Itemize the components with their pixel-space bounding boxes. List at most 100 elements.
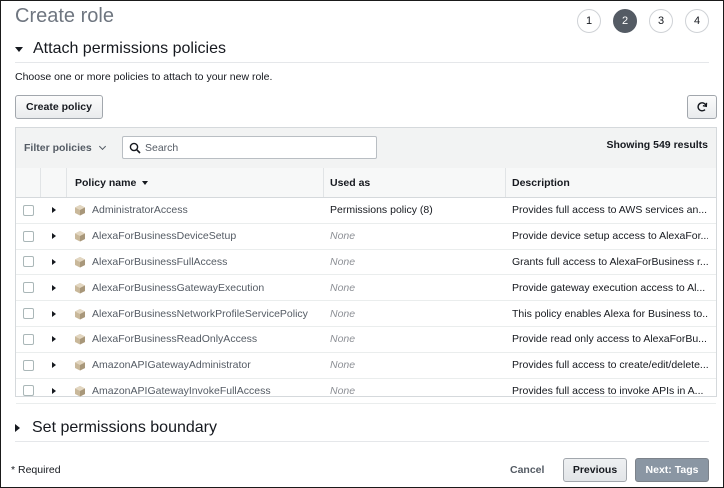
row-checkbox-cell bbox=[23, 224, 34, 249]
step-3[interactable]: 3 bbox=[649, 9, 673, 33]
policy-description: Provides full access to create/edit/dele… bbox=[512, 359, 708, 372]
create-policy-button[interactable]: Create policy bbox=[15, 95, 103, 119]
boundary-section-title: Set permissions boundary bbox=[32, 419, 217, 436]
step-4[interactable]: 4 bbox=[685, 9, 709, 33]
policy-name-link[interactable]: AmazonAPIGatewayAdministrator bbox=[92, 359, 251, 371]
results-count: Showing 549 results bbox=[606, 139, 708, 151]
row-checkbox-cell bbox=[23, 198, 34, 223]
policy-description: Provide read only access to AlexaForBu..… bbox=[512, 333, 707, 346]
row-checkbox[interactable] bbox=[23, 308, 34, 320]
expand-row-icon[interactable] bbox=[52, 336, 56, 343]
policy-cube-icon bbox=[75, 282, 85, 294]
row-checkbox[interactable] bbox=[23, 282, 34, 294]
used-as-cell: None bbox=[330, 327, 500, 352]
table-row[interactable]: AlexaForBusinessDeviceSetup None Provide d… bbox=[16, 224, 716, 250]
policy-cube-icon bbox=[75, 334, 85, 345]
expand-row-icon[interactable] bbox=[52, 258, 56, 265]
row-checkbox-cell bbox=[23, 379, 34, 404]
policy-name-link[interactable]: AlexaForBusinessNetworkProfileServicePol… bbox=[92, 308, 308, 320]
caret-down-icon bbox=[15, 46, 23, 52]
table-row[interactable]: AlexaForBusinessGatewayExecution None Prov… bbox=[16, 275, 716, 302]
expand-row-icon[interactable] bbox=[52, 233, 56, 240]
table-row[interactable]: AmazonAPIGatewayAdministrator None Provide… bbox=[16, 353, 716, 379]
row-checkbox[interactable] bbox=[23, 385, 34, 397]
table-row[interactable]: AmazonAPIGatewayInvokeFullAccess None Prov… bbox=[16, 379, 716, 405]
used-as-value: Permissions policy (8) bbox=[330, 204, 433, 217]
used-as-cell: Permissions policy (8) bbox=[330, 198, 500, 223]
policy-name-cell: AmazonAPIGatewayInvokeFullAccess bbox=[74, 379, 319, 404]
policy-name-cell: AdministratorAccess bbox=[74, 198, 319, 223]
next-tags-button[interactable]: Next: Tags bbox=[635, 458, 709, 482]
policy-cube-icon bbox=[75, 360, 85, 371]
policy-cube-icon bbox=[75, 231, 85, 242]
filter-bar: Filter policies Showing 549 results bbox=[16, 128, 716, 169]
step-2-current[interactable]: 2 bbox=[613, 9, 637, 33]
policy-description: Provides full access to AWS services an.… bbox=[512, 204, 708, 217]
policy-name-link[interactable]: AlexaForBusinessGatewayExecution bbox=[92, 282, 264, 294]
expand-row-icon[interactable] bbox=[52, 310, 56, 317]
policy-description: This policy enables Alexa for Business t… bbox=[512, 307, 708, 320]
description-cell: This policy enables Alexa for Business t… bbox=[512, 301, 708, 326]
expand-row-cell bbox=[52, 353, 56, 378]
column-divider bbox=[40, 168, 41, 197]
column-divider bbox=[323, 168, 324, 197]
description-cell: Provides full access to AWS services an.… bbox=[512, 198, 708, 223]
expand-row-icon[interactable] bbox=[52, 284, 56, 291]
policy-name-link[interactable]: AlexaForBusinessReadOnlyAccess bbox=[92, 333, 257, 345]
row-checkbox[interactable] bbox=[23, 333, 34, 345]
attach-section-toggle[interactable]: Attach permissions policies bbox=[15, 40, 226, 58]
row-checkbox[interactable] bbox=[23, 256, 34, 268]
search-box bbox=[122, 136, 377, 159]
attach-description: Choose one or more policies to attach to… bbox=[15, 71, 273, 83]
policy-name-link[interactable]: AmazonAPIGatewayInvokeFullAccess bbox=[92, 385, 271, 397]
filter-policies-label: Filter policies bbox=[24, 142, 92, 154]
policy-cube-icon bbox=[75, 256, 85, 268]
used-as-value: None bbox=[330, 333, 356, 346]
previous-button[interactable]: Previous bbox=[563, 458, 627, 482]
row-checkbox-cell bbox=[23, 353, 34, 378]
table-row[interactable]: AlexaForBusinessFullAccess None Grants ful… bbox=[16, 250, 716, 276]
section-divider bbox=[15, 441, 709, 442]
used-as-cell: None bbox=[330, 301, 500, 326]
column-header-policy-name[interactable]: Policy name bbox=[75, 168, 149, 197]
row-checkbox[interactable] bbox=[23, 204, 34, 216]
used-as-value: None bbox=[330, 307, 356, 320]
column-header-used-as[interactable]: Used as bbox=[330, 168, 370, 197]
policy-name-link[interactable]: AdministratorAccess bbox=[92, 204, 188, 216]
refresh-button[interactable] bbox=[687, 95, 717, 119]
policy-name-cell: AlexaForBusinessReadOnlyAccess bbox=[74, 327, 319, 352]
table-row[interactable]: AdministratorAccess Permissions policy (8… bbox=[16, 198, 716, 224]
filter-policies-dropdown[interactable]: Filter policies bbox=[24, 142, 106, 154]
expand-row-icon[interactable] bbox=[52, 362, 56, 369]
description-cell: Provide device setup access to AlexaFor.… bbox=[512, 224, 708, 249]
refresh-icon bbox=[697, 102, 708, 112]
sort-down-icon bbox=[142, 180, 149, 185]
column-header-description[interactable]: Description bbox=[512, 168, 570, 197]
cancel-link[interactable]: Cancel bbox=[510, 464, 544, 476]
policy-description: Grants full access to AlexaForBusiness r… bbox=[512, 255, 708, 268]
policy-name-cell: AmazonAPIGatewayAdministrator bbox=[74, 353, 319, 378]
description-cell: Grants full access to AlexaForBusiness r… bbox=[512, 250, 708, 275]
used-as-cell: None bbox=[330, 224, 500, 249]
table-row[interactable]: AlexaForBusinessNetworkProfileServicePol… bbox=[16, 301, 716, 327]
search-icon bbox=[129, 142, 141, 154]
expand-row-cell bbox=[52, 275, 56, 300]
step-indicator: 1 2 3 4 bbox=[577, 9, 709, 33]
policy-name-link[interactable]: AlexaForBusinessDeviceSetup bbox=[92, 230, 236, 242]
policy-name-link[interactable]: AlexaForBusinessFullAccess bbox=[92, 256, 227, 268]
search-input[interactable] bbox=[141, 141, 369, 154]
expand-row-cell bbox=[52, 379, 56, 404]
description-cell: Provides full access to create/edit/dele… bbox=[512, 353, 708, 378]
policy-cube-icon bbox=[75, 308, 85, 320]
required-note: * Required bbox=[11, 464, 61, 476]
step-1[interactable]: 1 bbox=[577, 9, 601, 33]
row-checkbox[interactable] bbox=[23, 359, 34, 371]
boundary-section-toggle[interactable]: Set permissions boundary bbox=[15, 419, 217, 437]
expand-row-cell bbox=[52, 301, 56, 326]
expand-row-icon[interactable] bbox=[52, 387, 56, 394]
table-row[interactable]: AlexaForBusinessReadOnlyAccess None Provid… bbox=[16, 327, 716, 353]
row-checkbox[interactable] bbox=[23, 230, 34, 242]
policies-table: Filter policies Showing 549 results Poli… bbox=[15, 127, 717, 405]
expand-row-icon[interactable] bbox=[52, 207, 56, 214]
policy-name-cell: AlexaForBusinessNetworkProfileServicePol… bbox=[74, 301, 319, 326]
